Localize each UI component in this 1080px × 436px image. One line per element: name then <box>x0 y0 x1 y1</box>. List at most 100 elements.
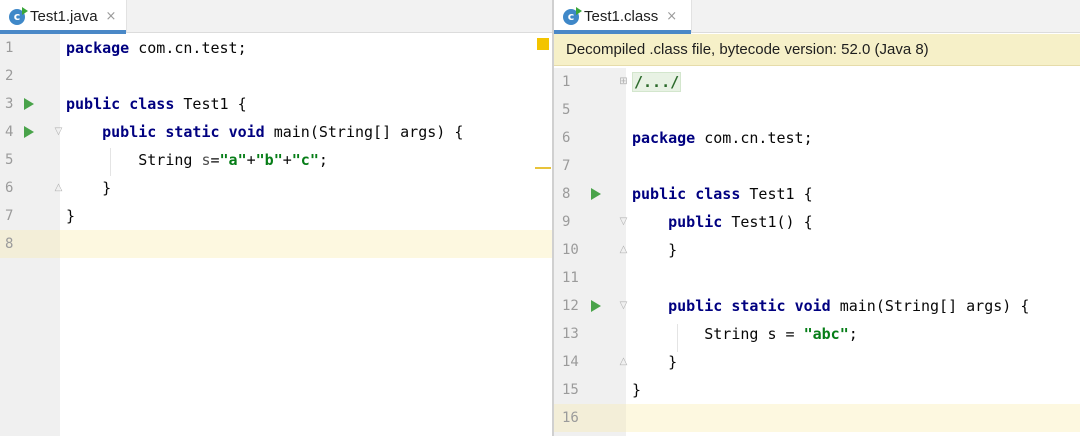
left-editor-pane: c Test1.java × 1 package com.cn.test; 2 3 pu… <box>0 0 552 436</box>
code-text: String s="a"+"b"+"c"; <box>66 146 328 174</box>
gutter-cell: 9 ▽ <box>554 208 629 236</box>
fold-marker-icon[interactable]: ▽ <box>618 301 629 312</box>
fold-marker-icon[interactable]: ▽ <box>618 217 629 228</box>
run-gutter-icon[interactable] <box>24 98 34 110</box>
code-line[interactable]: 6 package com.cn.test; <box>554 124 1080 152</box>
gutter-cell: 12 ▽ <box>554 292 629 320</box>
code-line[interactable]: 9 ▽ public Test1() { <box>554 208 1080 236</box>
close-icon[interactable]: × <box>106 9 117 24</box>
code-token: Test1 { <box>174 95 247 113</box>
gutter-cell: 14 △ <box>554 348 629 376</box>
gutter-cell: 6 <box>554 124 626 152</box>
code-line[interactable]: 11 <box>554 264 1080 292</box>
run-gutter-icon[interactable] <box>24 126 34 138</box>
code-token: public <box>66 95 121 113</box>
code-token: com.cn.test; <box>695 129 813 147</box>
code-line[interactable]: 5 <box>554 96 1080 124</box>
code-line[interactable]: 16 <box>554 404 1080 432</box>
error-stripe-marker[interactable] <box>535 167 551 169</box>
warning-marker-icon[interactable] <box>537 38 549 50</box>
fold-marker-icon[interactable]: △ <box>618 357 629 368</box>
code-line[interactable]: 13 String s = "abc"; <box>554 320 1080 348</box>
right-code-editor[interactable]: 1 ⊞/.../5 6 package com.cn.test; 7 8 public cl… <box>554 68 1080 436</box>
line-number: 12 <box>562 298 579 314</box>
code-token: public <box>632 185 687 203</box>
line-number: 7 <box>5 208 14 224</box>
code-line[interactable]: 8 public class Test1 { <box>554 180 1080 208</box>
gutter-cell: 7 <box>554 152 626 180</box>
run-gutter-icon[interactable] <box>591 300 601 312</box>
gutter-cell: 1 ⊞ <box>554 68 629 96</box>
code-token: "a" <box>219 151 247 169</box>
code-line[interactable]: 5 String s="a"+"b"+"c"; <box>0 146 552 174</box>
code-text: public class Test1 { <box>66 90 247 118</box>
line-number: 6 <box>5 180 14 196</box>
gutter-cell: 16 <box>554 404 626 432</box>
code-line[interactable]: 4 ▽ public static void main(String[] args… <box>0 118 552 146</box>
code-token: com.cn.test; <box>129 39 247 57</box>
line-number: 1 <box>562 74 571 90</box>
code-line[interactable]: 15} <box>554 376 1080 404</box>
code-text: public static void main(String[] args) { <box>66 118 463 146</box>
right-tab-bar: c Test1.class × <box>554 0 1080 34</box>
line-number: 7 <box>562 158 571 174</box>
code-line[interactable]: 12 ▽ public static void main(String[] arg… <box>554 292 1080 320</box>
run-gutter-icon[interactable] <box>591 188 601 200</box>
line-number: 8 <box>562 186 571 202</box>
code-text: /.../ <box>632 68 682 96</box>
code-token: } <box>66 207 76 225</box>
code-token: static <box>731 297 786 315</box>
java-class-file-icon: c <box>9 6 28 25</box>
line-number: 13 <box>562 326 579 342</box>
tab-test1-java[interactable]: c Test1.java × <box>0 0 127 34</box>
code-token: Test1() { <box>722 213 813 231</box>
code-token: } <box>632 381 642 399</box>
code-line[interactable]: 8 <box>0 230 552 258</box>
line-number: 10 <box>562 242 579 258</box>
fold-marker-icon[interactable]: △ <box>618 245 629 256</box>
code-text: } <box>66 202 75 230</box>
fold-marker-icon[interactable]: ⊞ <box>618 77 629 88</box>
code-token: package <box>632 129 696 147</box>
code-text: public Test1() { <box>632 208 813 236</box>
code-line[interactable]: 7 <box>554 152 1080 180</box>
code-line[interactable]: 7} <box>0 202 552 230</box>
code-token: "abc" <box>803 325 849 343</box>
line-number: 3 <box>5 96 14 112</box>
java-class-file-icon: c <box>563 6 582 25</box>
fold-marker-icon[interactable]: ▽ <box>53 127 64 138</box>
left-code-editor[interactable]: 1 package com.cn.test; 2 3 public class Test… <box>0 34 552 436</box>
code-token: } <box>632 353 678 371</box>
code-line[interactable]: 2 <box>0 62 552 90</box>
code-token: + <box>246 151 256 169</box>
code-token: = <box>210 151 220 169</box>
code-line[interactable]: 3 public class Test1 { <box>0 90 552 118</box>
gutter-cell: 5 <box>554 96 626 124</box>
decompiled-banner: Decompiled .class file, bytecode version… <box>554 34 1080 66</box>
code-token: ; <box>848 325 858 343</box>
gutter-cell: 6 △ <box>0 174 62 202</box>
code-line[interactable]: 1 ⊞/.../ <box>554 68 1080 96</box>
tab-test1-class[interactable]: c Test1.class × <box>554 0 692 34</box>
right-editor-pane: c Test1.class × Decompiled .class file, … <box>554 0 1080 436</box>
code-line[interactable]: 10 △ } <box>554 236 1080 264</box>
code-line[interactable]: 6 △ } <box>0 174 552 202</box>
gutter-cell: 8 <box>0 230 60 258</box>
code-token: String <box>66 151 202 169</box>
code-token: package <box>66 39 130 57</box>
code-text: package com.cn.test; <box>66 34 247 62</box>
code-line[interactable]: 1 package com.cn.test; <box>0 34 552 62</box>
code-line[interactable]: 14 △ } <box>554 348 1080 376</box>
code-text: package com.cn.test; <box>632 124 813 152</box>
fold-marker-icon[interactable]: △ <box>53 183 64 194</box>
close-icon[interactable]: × <box>666 9 677 24</box>
code-text: } <box>66 174 111 202</box>
line-number: 4 <box>5 124 14 140</box>
code-token: s <box>201 151 211 169</box>
